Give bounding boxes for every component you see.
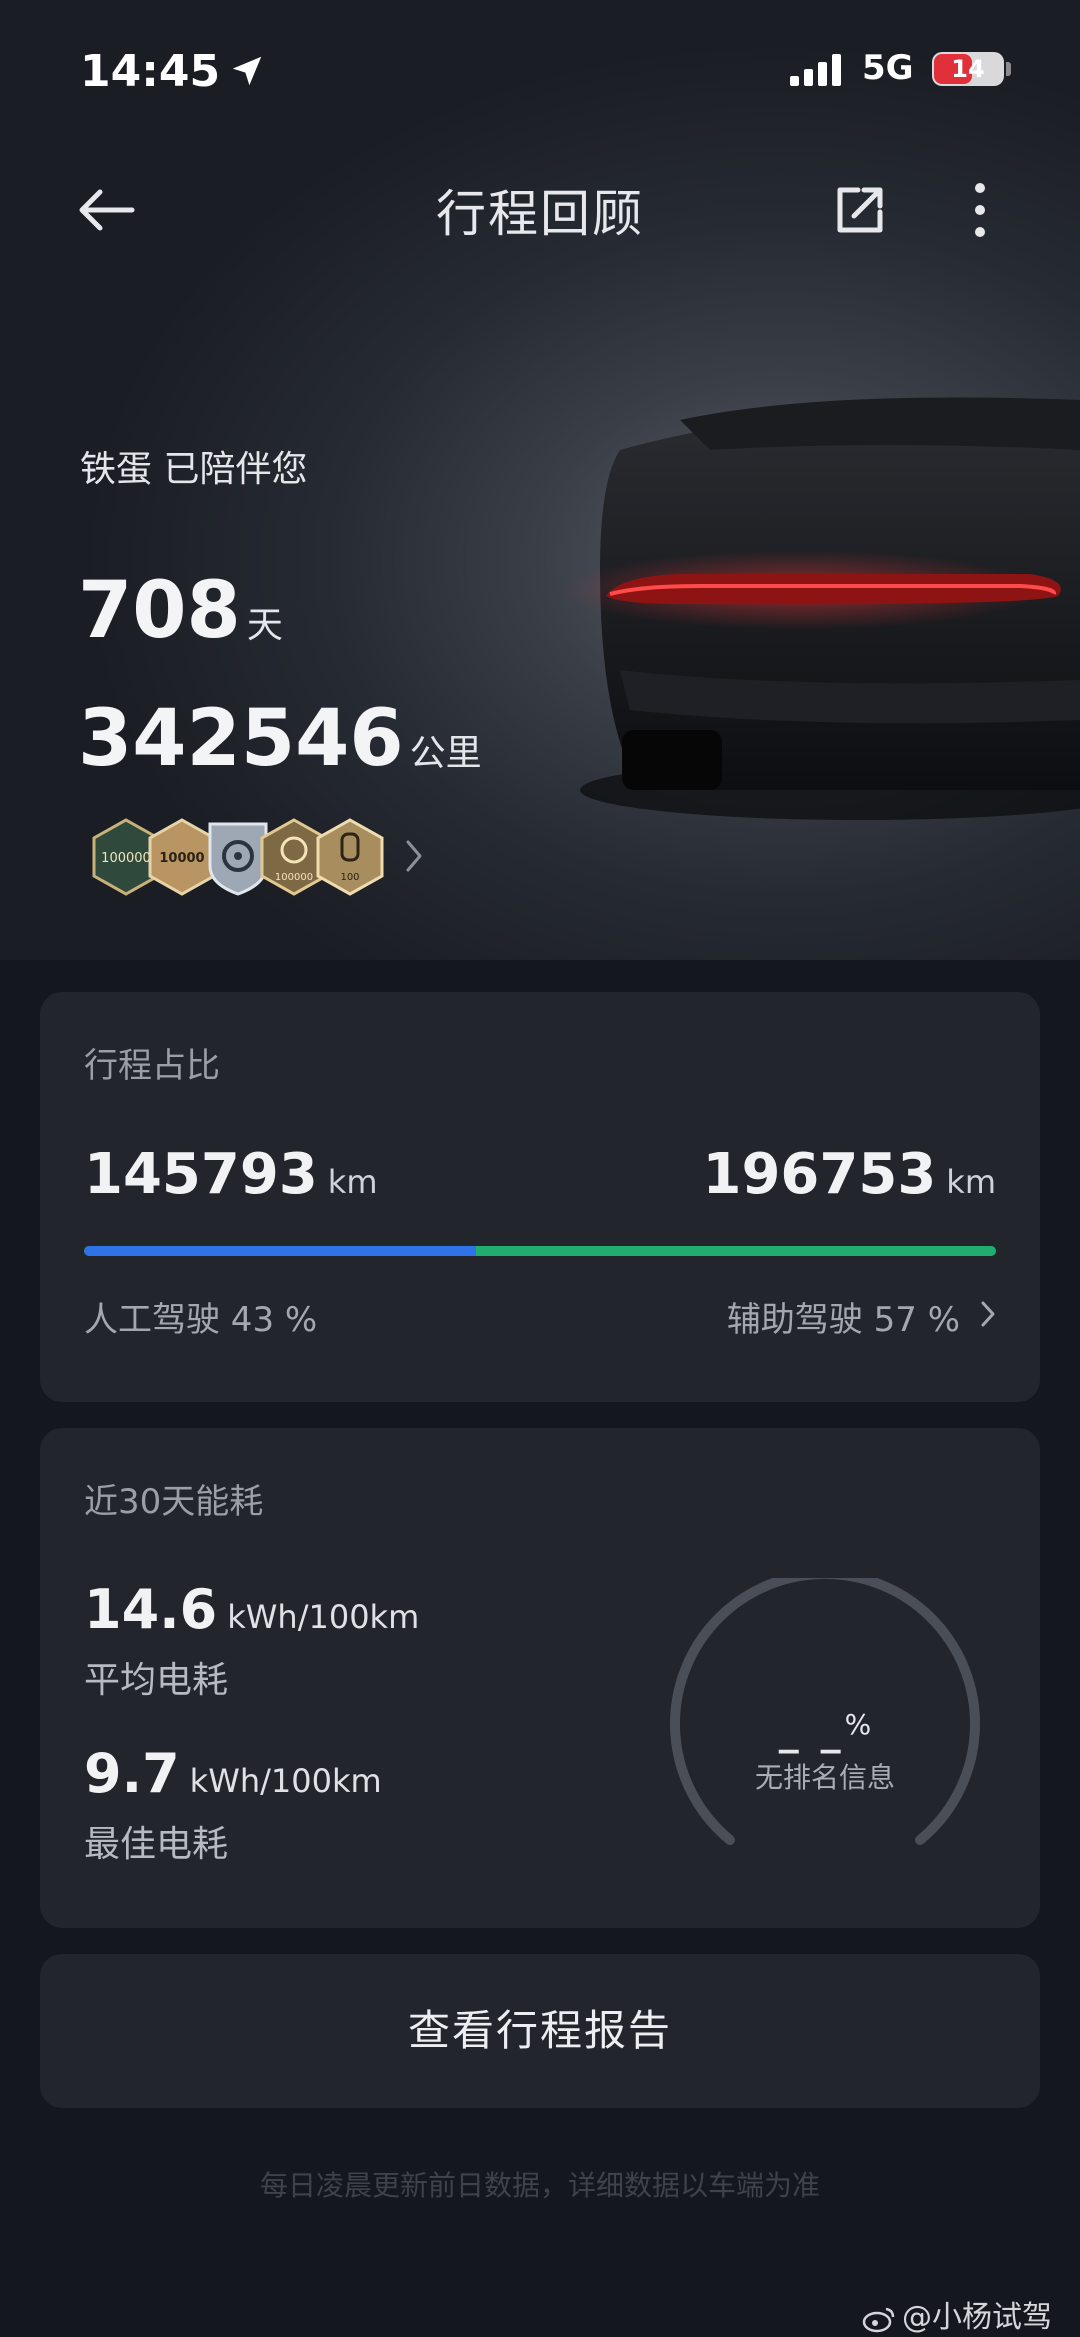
chevron-right-icon[interactable] (402, 836, 426, 876)
battery-icon: 14 (932, 52, 1004, 86)
assisted-distance-value: 196753 (702, 1142, 937, 1207)
trip-ratio-bar (84, 1246, 996, 1256)
location-arrow-icon (232, 56, 262, 86)
status-bar: 14:45 5G 14 (0, 40, 1080, 100)
status-time: 14:45 (80, 46, 221, 97)
badge-list[interactable]: 100000 10000 100000 100 (90, 818, 410, 896)
avg-consumption-unit: kWh/100km (227, 1598, 420, 1636)
watermark-text: @小杨试驾 (902, 2300, 1052, 2335)
badge-1-text: 100000 (101, 851, 151, 866)
battery-cap (1006, 62, 1011, 76)
cellular-signal-icon (790, 54, 841, 86)
assisted-bar-segment (476, 1246, 996, 1256)
badge-5-text: 100 (340, 872, 359, 883)
rank-unit: % (844, 1708, 872, 1741)
page-title: 行程回顾 (436, 185, 644, 243)
battery-percent: 14 (951, 55, 985, 83)
best-consumption-value: 9.7 (84, 1742, 180, 1805)
distance-value: 342546 (78, 694, 404, 784)
energy-card: 近30天能耗 14.6 kWh/100km 平均电耗 9.7 kWh/100km 最… (40, 1428, 1040, 1928)
assisted-driving-label: 辅助驾驶 57 % (726, 1300, 960, 1340)
assisted-distance-unit: km (946, 1163, 996, 1201)
badge-2-text: 10000 (159, 851, 204, 866)
best-consumption: 9.7 kWh/100km 最佳电耗 (84, 1742, 382, 1867)
chevron-right-icon[interactable] (978, 1298, 998, 1330)
companion-text: 铁蛋 已陪伴您 (80, 449, 308, 490)
distance-counter: 342546 公里 (78, 694, 482, 784)
badge-4-text: 100000 (275, 872, 313, 883)
avg-consumption-value: 14.6 (84, 1578, 218, 1641)
manual-driving-label: 人工驾驶 43 % (84, 1300, 318, 1340)
manual-distance-value: 145793 (84, 1142, 318, 1207)
rank-info: _ _% 无排名信息 (660, 1708, 990, 1796)
more-options-icon[interactable] (962, 178, 998, 242)
manual-bar-segment (84, 1246, 477, 1256)
days-value: 708 (78, 566, 241, 656)
car-rear-image (560, 397, 1080, 820)
view-report-label: 查看行程报告 (407, 2006, 672, 2055)
rank-value: _ _ (778, 1708, 845, 1754)
watermark: @小杨试驾 (862, 2292, 1052, 2336)
best-consumption-unit: kWh/100km (189, 1762, 382, 1800)
manual-distance-unit: km (327, 1163, 378, 1201)
view-report-button[interactable]: 查看行程报告 (40, 1954, 1040, 2108)
days-counter: 708 天 (78, 566, 283, 656)
trip-ratio-card[interactable]: 行程占比 145793 km 196753 km 人工驾驶 43 % 辅助驾驶 57… (40, 992, 1040, 1402)
days-unit: 天 (246, 605, 283, 646)
share-icon[interactable] (830, 180, 890, 240)
average-consumption: 14.6 kWh/100km 平均电耗 (84, 1578, 419, 1703)
rank-label: 无排名信息 (754, 1761, 895, 1794)
distance-unit: 公里 (409, 733, 482, 774)
avg-consumption-label: 平均电耗 (84, 1660, 229, 1701)
best-consumption-label: 最佳电耗 (84, 1824, 229, 1865)
badge-seat-icon: 100 (316, 818, 384, 896)
energy-title: 近30天能耗 (84, 1482, 264, 1522)
network-type: 5G (862, 48, 914, 88)
weibo-icon (862, 2307, 895, 2332)
assisted-distance: 196753 km (703, 1142, 997, 1207)
trip-ratio-title: 行程占比 (84, 1046, 220, 1086)
manual-distance: 145793 km (84, 1142, 378, 1207)
footer-note: 每日凌晨更新前日数据，详细数据以车端为准 (259, 2169, 820, 2202)
